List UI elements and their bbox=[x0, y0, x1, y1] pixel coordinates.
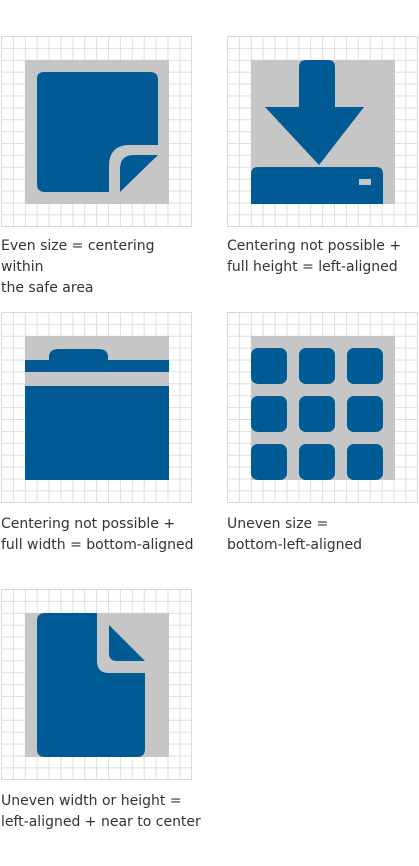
caption-line: bottom-left-aligned bbox=[227, 537, 363, 553]
caption-full-width: Centering not possible + full width = bo… bbox=[1, 514, 201, 556]
caption-line: full width = bottom-aligned bbox=[1, 537, 194, 553]
example-tile-uneven-width-or-height bbox=[1, 589, 192, 780]
caption-line: Centering not possible + bbox=[227, 238, 402, 254]
caption-line: Even size = centering within bbox=[1, 238, 155, 275]
caption-uneven-width-or-height: Uneven width or height = left-aligned + … bbox=[1, 791, 201, 833]
caption-line: full height = left-aligned bbox=[227, 259, 398, 275]
caption-line: Uneven width or height = bbox=[1, 793, 182, 809]
caption-full-height: Centering not possible + full height = l… bbox=[227, 236, 419, 278]
caption-uneven-size: Uneven size = bottom-left-aligned bbox=[227, 514, 419, 556]
example-tile-full-width bbox=[1, 312, 192, 503]
example-tile-full-height bbox=[227, 36, 418, 227]
caption-line: Centering not possible + bbox=[1, 516, 176, 532]
example-tile-uneven-size bbox=[227, 312, 418, 503]
grid-menu-icon bbox=[251, 348, 383, 480]
folder-icon bbox=[25, 349, 169, 480]
caption-even-size: Even size = centering within the safe ar… bbox=[1, 236, 201, 299]
example-tile-even-size bbox=[1, 36, 192, 227]
caption-line: left-aligned + near to center bbox=[1, 814, 201, 830]
caption-line: the safe area bbox=[1, 280, 94, 296]
caption-line: Uneven size = bbox=[227, 516, 329, 532]
